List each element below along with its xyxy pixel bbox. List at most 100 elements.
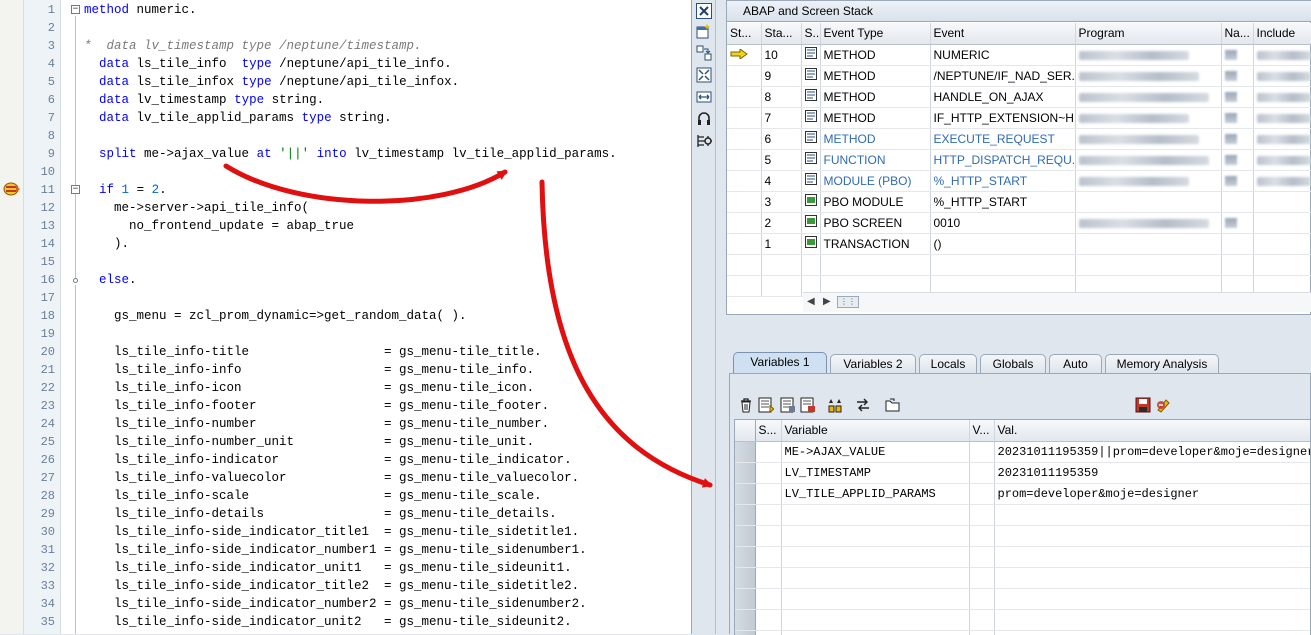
variable-value-cell[interactable] [994, 588, 1310, 610]
stack-row[interactable]: 8 METHOD HANDLE_ON_AJAX [727, 86, 1311, 108]
code-line[interactable]: 33 ls_tile_info-side_indicator_title2 = … [0, 577, 691, 595]
variable-name-cell[interactable]: ME->AJAX_VALUE [781, 441, 970, 463]
code-line[interactable]: 19 [0, 325, 691, 343]
stack-event-cell[interactable]: () [930, 233, 1076, 255]
headset-icon[interactable] [696, 111, 712, 127]
stack-event-cell[interactable]: HANDLE_ON_AJAX [930, 86, 1076, 108]
vars-col-value[interactable]: Val. [994, 420, 1310, 442]
tab-locals[interactable]: Locals [919, 354, 977, 374]
code-line[interactable]: 11 if 1 = 2. [0, 181, 691, 199]
debug-settings-icon[interactable] [696, 133, 712, 149]
stack-row[interactable]: 2 PBO SCREEN 0010 [727, 212, 1311, 234]
stack-event-cell[interactable]: %_HTTP_START [930, 170, 1076, 192]
stack-row[interactable]: 7 METHOD IF_HTTP_EXTENSION~H... [727, 107, 1311, 129]
variable-name-cell[interactable] [781, 567, 970, 589]
row-selector[interactable] [735, 609, 756, 631]
variable-row[interactable] [735, 588, 1310, 610]
new-window-icon[interactable] [696, 23, 712, 39]
variable-name-cell[interactable] [781, 609, 970, 631]
variables-grid[interactable]: S... Variable V... Val. ME->AJAX_VALUE 20… [734, 419, 1311, 635]
code-line[interactable]: 20 ls_tile_info-title = gs_menu-tile_tit… [0, 343, 691, 361]
maximize-icon[interactable] [696, 67, 712, 83]
row-selector[interactable] [735, 546, 756, 568]
delete-icon[interactable] [738, 397, 754, 413]
code-line[interactable]: 26 ls_tile_info-indicator = gs_menu-tile… [0, 451, 691, 469]
variable-value-cell[interactable] [994, 546, 1310, 568]
variable-row[interactable] [735, 609, 1310, 631]
stack-event-cell[interactable]: %_HTTP_START [930, 191, 1076, 213]
code-line[interactable]: 29 ls_tile_info-details = gs_menu-tile_d… [0, 505, 691, 523]
row-selector[interactable] [735, 504, 756, 526]
code-line[interactable]: 13 no_frontend_update = abap_true [0, 217, 691, 235]
navigation-icon[interactable] [1224, 113, 1237, 124]
code-line[interactable]: 22 ls_tile_info-icon = gs_menu-tile_icon… [0, 379, 691, 397]
row-selector[interactable] [735, 588, 756, 610]
variable-value-cell[interactable] [994, 630, 1310, 635]
stack-horizontal-scrollbar[interactable]: ◀ ▶ ⋮⋮ [803, 292, 1311, 312]
stack-row[interactable]: 9 METHOD/NEPTUNE/IF_NAD_SER... [727, 65, 1311, 87]
code-line[interactable]: 6 data lv_timestamp type string. [0, 91, 691, 109]
code-line[interactable]: 24 ls_tile_info-number = gs_menu-tile_nu… [0, 415, 691, 433]
stack-col-s[interactable]: S... [801, 23, 821, 45]
stack-event-cell[interactable]: IF_HTTP_EXTENSION~H... [930, 107, 1076, 129]
variable-value-cell[interactable] [994, 609, 1310, 631]
variable-value-cell[interactable]: prom=developer&moje=designer [994, 483, 1310, 505]
variable-name-cell[interactable] [781, 504, 970, 526]
scroll-thumb[interactable]: ⋮⋮ [837, 296, 859, 308]
close-icon[interactable] [696, 3, 712, 19]
code-line[interactable]: 28 ls_tile_info-scale = gs_menu-tile_sca… [0, 487, 691, 505]
scroll-left-arrow-icon[interactable]: ◀ [807, 296, 815, 307]
tab-auto[interactable]: Auto [1049, 354, 1102, 374]
code-line[interactable]: 34 ls_tile_info-side_indicator_number2 =… [0, 595, 691, 613]
tab-memory-analysis[interactable]: Memory Analysis [1105, 354, 1219, 374]
navigation-icon[interactable] [1224, 92, 1237, 103]
stack-col-level[interactable]: Sta... [761, 23, 802, 45]
row-selector[interactable] [735, 567, 756, 589]
variable-row[interactable] [735, 546, 1310, 568]
variable-row[interactable] [735, 567, 1310, 589]
structure-icon[interactable] [827, 397, 843, 413]
code-line[interactable]: 21 ls_tile_info-info = gs_menu-tile_info… [0, 361, 691, 379]
row-selector[interactable] [735, 525, 756, 547]
variable-name-cell[interactable]: LV_TIMESTAMP [781, 462, 970, 484]
expand-horizontal-icon[interactable] [696, 89, 712, 105]
scroll-right-arrow-icon[interactable]: ▶ [823, 296, 831, 307]
row-selector-header[interactable] [735, 420, 756, 442]
save-icon[interactable] [1135, 397, 1151, 413]
folder-icon[interactable] [885, 397, 901, 413]
tab-variables-2[interactable]: Variables 2 [830, 354, 916, 374]
variable-name-cell[interactable] [781, 525, 970, 547]
navigation-icon[interactable] [1224, 71, 1237, 82]
code-line[interactable]: 16 else. [0, 271, 691, 289]
variable-name-cell[interactable]: LV_TILE_APPLID_PARAMS [781, 483, 970, 505]
navigation-icon[interactable] [1224, 134, 1237, 145]
row-selector[interactable] [735, 483, 756, 505]
navigation-icon[interactable] [1224, 155, 1237, 166]
variable-value-cell[interactable] [994, 525, 1310, 547]
code-line[interactable]: 14 ). [0, 235, 691, 253]
code-line[interactable]: 17 [0, 289, 691, 307]
variables-table[interactable]: S... Variable V... Val. ME->AJAX_VALUE 20… [735, 420, 1310, 635]
insert-row-icon[interactable] [758, 397, 774, 413]
stack-row[interactable]: 1 TRANSACTION() [727, 233, 1311, 255]
code-line[interactable]: 9 split me->ajax_value at '||' into lv_t… [0, 145, 691, 163]
variable-name-cell[interactable] [781, 588, 970, 610]
code-line[interactable]: 32 ls_tile_info-side_indicator_unit1 = g… [0, 559, 691, 577]
stack-event-cell[interactable]: EXECUTE_REQUEST [930, 128, 1076, 150]
vars-col-v[interactable]: V... [969, 420, 995, 442]
stack-col-program[interactable]: Program [1075, 23, 1222, 45]
variable-row[interactable] [735, 630, 1310, 635]
variable-name-cell[interactable] [781, 630, 970, 635]
variable-row[interactable] [735, 525, 1310, 547]
code-line[interactable]: 7 data lv_tile_applid_params type string… [0, 109, 691, 127]
code-line[interactable]: 15 [0, 253, 691, 271]
variable-row[interactable]: LV_TILE_APPLID_PARAMS prom=developer&moje… [735, 483, 1310, 505]
code-line[interactable]: 10 [0, 163, 691, 181]
navigation-icon[interactable] [1224, 50, 1237, 61]
stack-event-cell[interactable]: 0010 [930, 212, 1076, 234]
stack-event-cell[interactable]: HTTP_DISPATCH_REQU... [930, 149, 1076, 171]
variable-row[interactable]: LV_TIMESTAMP 20231011195359 [735, 462, 1310, 484]
stack-col-event-type[interactable]: Event Type [820, 23, 931, 45]
row-selector[interactable] [735, 462, 756, 484]
layout-icon[interactable] [696, 45, 712, 61]
